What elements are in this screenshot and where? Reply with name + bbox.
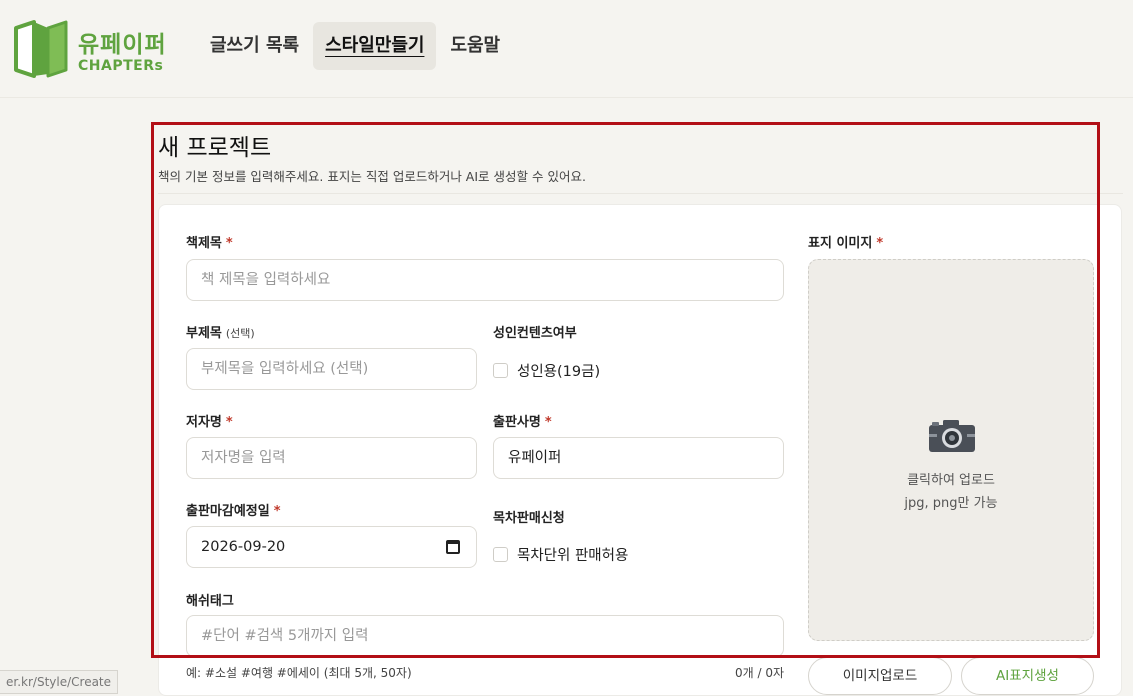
nav-item-help[interactable]: 도움말 (438, 22, 512, 70)
chapter-sale-checkbox-label[interactable]: 목차단위 판매허용 (517, 544, 628, 565)
calendar-icon[interactable] (446, 540, 460, 554)
page-title: 새 프로젝트 (158, 135, 272, 161)
required-mark: * (273, 504, 281, 519)
publisher-input[interactable]: 유페이퍼 (493, 437, 784, 479)
status-bar-url: er.kr/Style/Create (0, 670, 119, 694)
publisher-label-text: 출판사명 (493, 415, 541, 430)
chapter-sale-checkbox-row[interactable]: 목차단위 판매허용 (493, 544, 628, 565)
deadline-label-text: 출판마감예정일 (186, 504, 270, 519)
hashtag-input[interactable]: #단어 #검색 5개까지 입력 (186, 615, 784, 657)
book-title-input[interactable]: 책 제목을 입력하세요 (186, 259, 784, 301)
hashtag-label: 해쉬태그 (186, 594, 234, 609)
nav-item-write-list[interactable]: 글쓰기 목록 (198, 22, 311, 70)
upload-format-hint: jpg, png만 가능 (904, 496, 998, 511)
adult-checkbox-label[interactable]: 성인용(19금) (517, 360, 600, 381)
divider (158, 193, 1123, 194)
subtitle-label-text: 부제목 (186, 326, 222, 341)
author-input[interactable]: 저자명을 입력 (186, 437, 477, 479)
chapter-sale-checkbox[interactable] (493, 547, 508, 562)
book-title-label-text: 책제목 (186, 236, 222, 251)
required-mark: * (225, 236, 233, 251)
cover-upload-dropzone[interactable]: 클릭하여 업로드 jpg, png만 가능 (808, 259, 1094, 641)
brand-subtitle: CHAPTERs (78, 58, 164, 74)
book-logo-icon[interactable] (12, 18, 70, 80)
optional-mark: (선택) (225, 327, 255, 340)
nav-item-style-create[interactable]: 스타일만들기 (313, 22, 437, 70)
main-nav: 글쓰기 목록 스타일만들기 도움말 (198, 22, 514, 70)
deadline-label: 출판마감예정일 * (186, 500, 281, 519)
subtitle-input[interactable]: 부제목을 입력하세요 (선택) (186, 348, 477, 390)
upload-hint: 클릭하여 업로드 (907, 473, 995, 488)
author-label: 저자명 * (186, 411, 233, 430)
adult-checkbox-row[interactable]: 성인용(19금) (493, 360, 600, 381)
publisher-label: 출판사명 * (493, 411, 552, 430)
page-description: 책의 기본 정보를 입력해주세요. 표지는 직접 업로드하거나 AI로 생성할 … (158, 169, 586, 184)
adult-content-label: 성인컨텐츠여부 (493, 326, 577, 341)
hashtag-helper: 예: #소설 #여행 #에세이 (최대 5개, 50자) (186, 666, 412, 680)
app-header: 유페이퍼 CHAPTERs 글쓰기 목록 스타일만들기 도움말 (0, 0, 1133, 98)
required-mark: * (225, 415, 233, 430)
cover-image-label-text: 표지 이미지 (808, 236, 873, 251)
required-mark: * (876, 236, 884, 251)
brand-name[interactable]: 유페이퍼 (78, 25, 167, 59)
author-label-text: 저자명 (186, 415, 222, 430)
chapter-sale-label: 목차판매신청 (493, 511, 565, 526)
ai-cover-generate-button[interactable]: AI표지생성 (961, 657, 1094, 695)
deadline-value: 2026-09-20 (201, 539, 286, 555)
image-upload-button[interactable]: 이미지업로드 (808, 657, 952, 695)
book-title-label: 책제목 * (186, 232, 233, 251)
subtitle-label: 부제목 (선택) (186, 322, 255, 341)
required-mark: * (544, 415, 552, 430)
camera-icon (929, 420, 975, 452)
adult-checkbox[interactable] (493, 363, 508, 378)
deadline-date-input[interactable]: 2026-09-20 (186, 526, 477, 568)
hashtag-counter: 0개 / 0자 (735, 666, 785, 680)
cover-image-label: 표지 이미지 * (808, 232, 883, 251)
